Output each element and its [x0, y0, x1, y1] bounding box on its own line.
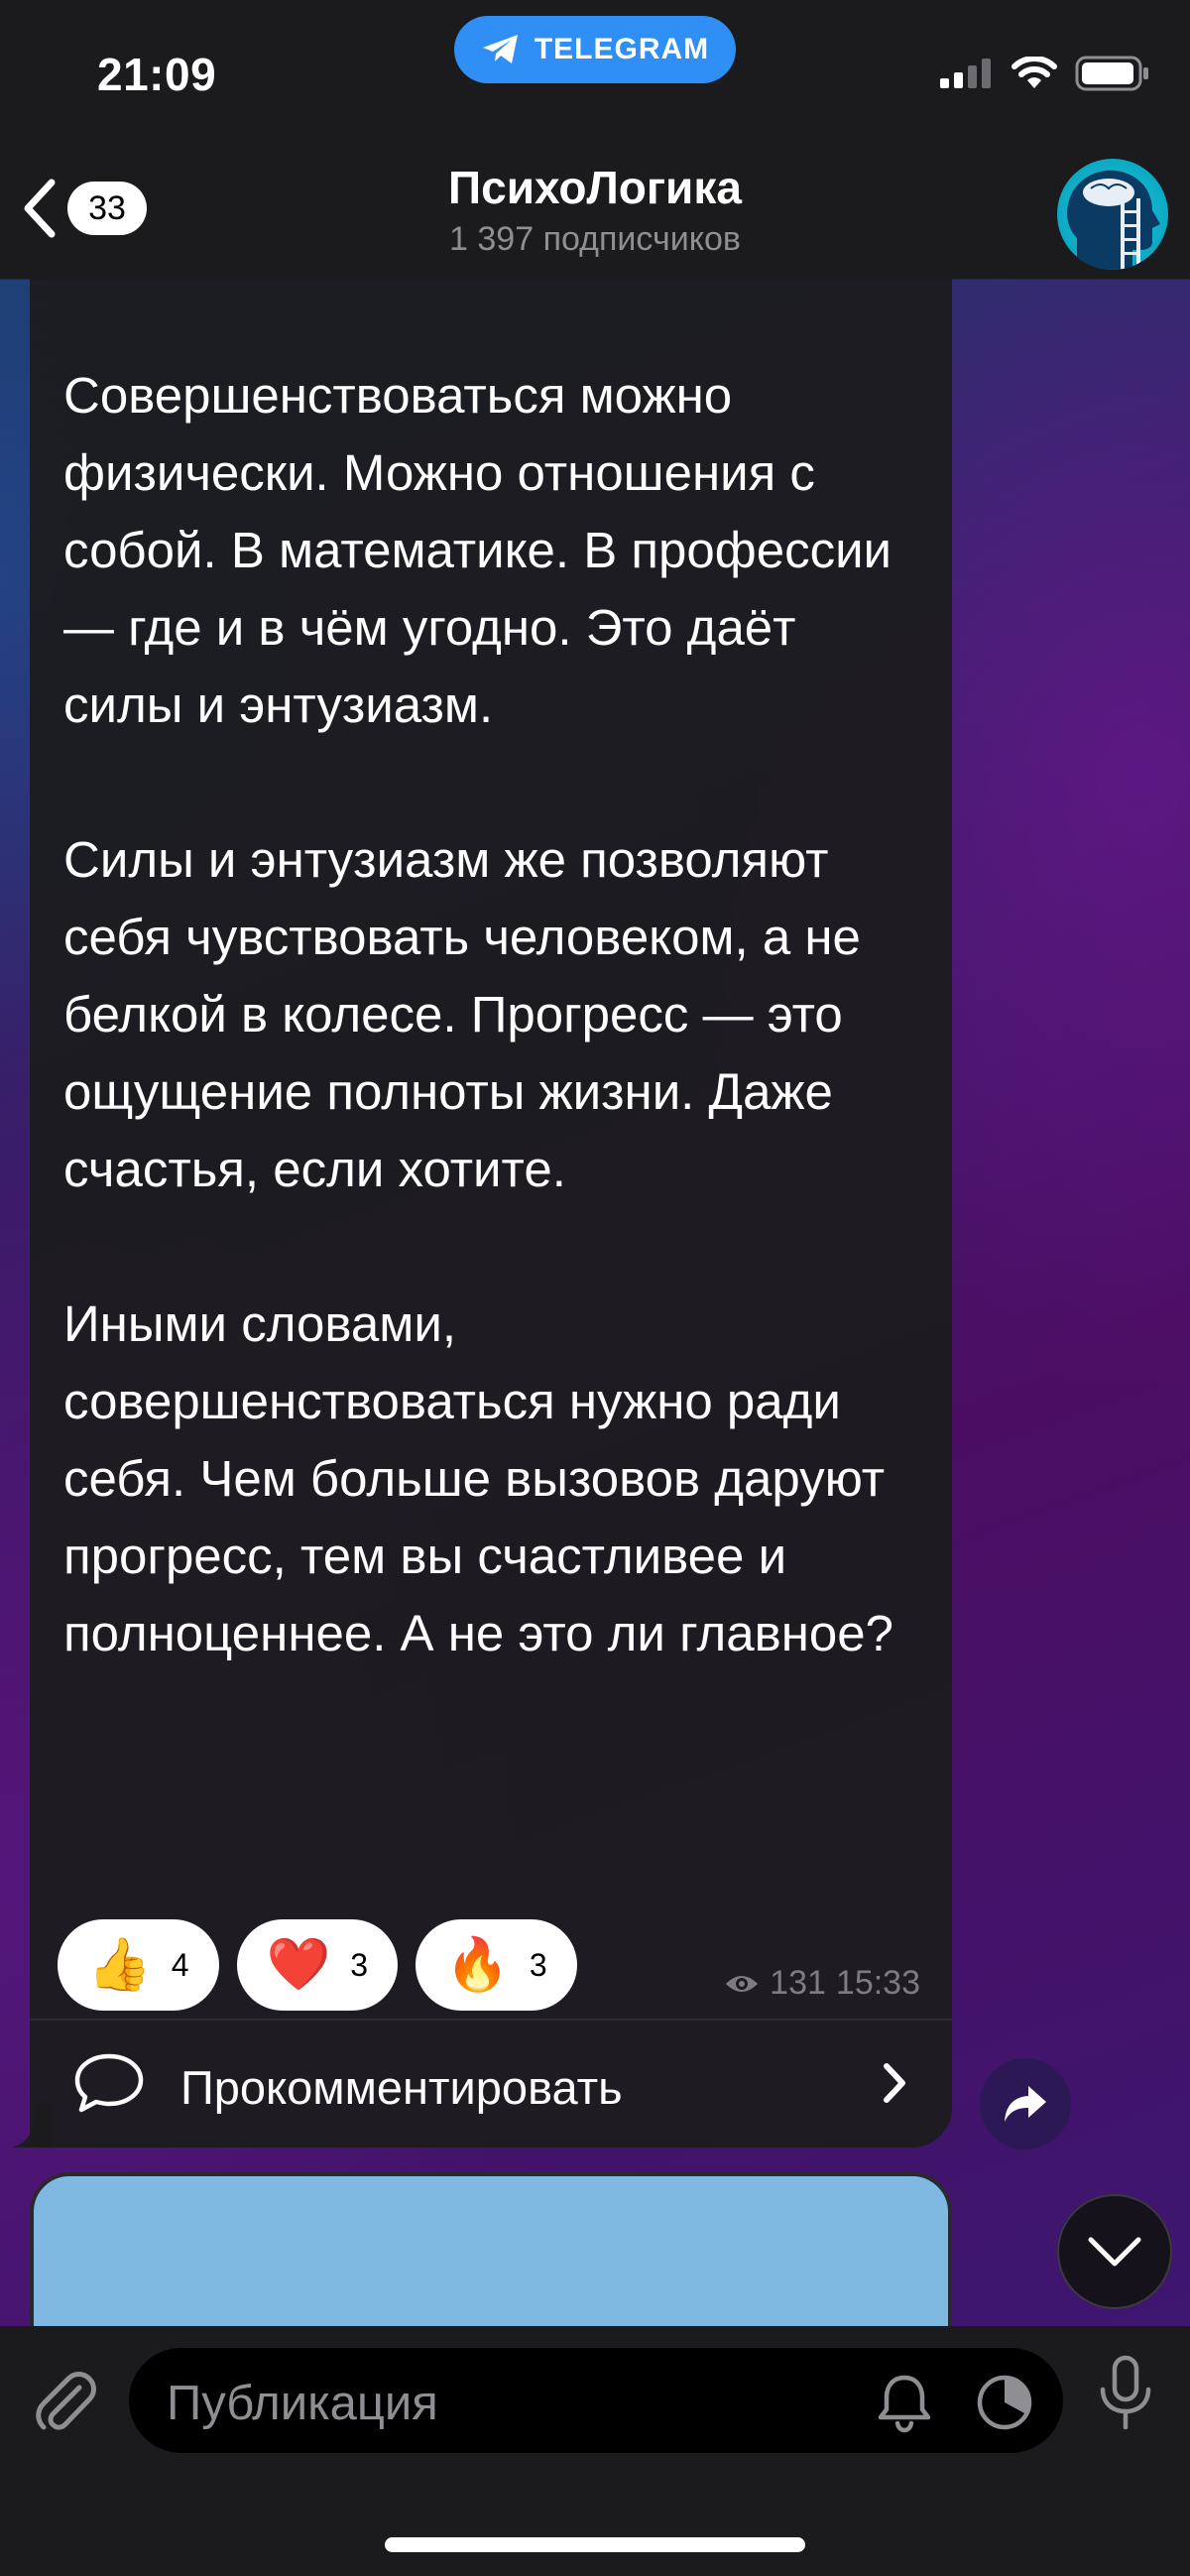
- chevron-down-icon: [1088, 2237, 1141, 2267]
- fire-icon: 🔥: [445, 1936, 510, 1994]
- reaction-thumbs-up[interactable]: 👍 4: [58, 1919, 219, 2011]
- timer-icon[interactable]: [974, 2372, 1035, 2433]
- message-time: 15:33: [835, 1964, 920, 2002]
- signal-icon: [940, 59, 991, 88]
- paperclip-icon[interactable]: [30, 2366, 101, 2437]
- telegram-pill-label: TELEGRAM: [534, 33, 710, 65]
- share-button[interactable]: [980, 2058, 1071, 2149]
- input-placeholder: Публикация: [167, 2377, 438, 2430]
- telegram-plane-icon: [482, 35, 518, 63]
- battery-icon: [1075, 56, 1148, 91]
- status-time: 21:09: [97, 49, 217, 100]
- status-bar: 21:09 TELEGRAM: [0, 0, 1190, 149]
- message-meta: 131 15:33: [724, 1964, 920, 2003]
- share-arrow-icon: [1005, 2086, 1046, 2122]
- bell-icon[interactable]: [875, 2372, 934, 2433]
- publication-input[interactable]: Публикация: [129, 2348, 1063, 2453]
- next-message-preview[interactable]: [30, 2172, 952, 2341]
- channel-avatar[interactable]: [1057, 159, 1168, 270]
- home-indicator[interactable]: [385, 2537, 805, 2552]
- comment-bubble-icon: [74, 2053, 144, 2113]
- reaction-count: 4: [171, 1946, 189, 1983]
- wifi-icon: [1012, 57, 1057, 88]
- reaction-heart[interactable]: ❤️ 3: [236, 1919, 399, 2011]
- view-count: 131: [770, 1964, 826, 2002]
- comment-button[interactable]: Прокомментировать: [30, 2021, 952, 2147]
- system-icons: [940, 56, 1150, 91]
- composer-bar: Публикация: [0, 2326, 1190, 2576]
- reaction-count: 3: [350, 1946, 369, 1983]
- scroll-down-button[interactable]: [1057, 2194, 1172, 2309]
- microphone-icon[interactable]: [1091, 2354, 1160, 2433]
- message-bubble[interactable]: Совершенствоваться можно физически. Можн…: [30, 278, 952, 2147]
- message-text: Совершенствоваться можно физически. Можн…: [63, 367, 894, 1661]
- thumbs-up-icon: 👍: [87, 1936, 152, 1994]
- reaction-fire[interactable]: 🔥 3: [416, 1919, 577, 2011]
- heart-icon: ❤️: [266, 1936, 331, 1994]
- head-ladder-logo-icon: [1067, 170, 1160, 270]
- reaction-count: 3: [529, 1946, 547, 1983]
- channel-title[interactable]: ПсихоЛогика: [0, 161, 1190, 214]
- subscriber-count: 1 397 подписчиков: [449, 220, 741, 258]
- reactions-row: 👍 4 ❤️ 3 🔥 3: [58, 1919, 577, 2011]
- comment-label: Прокомментировать: [180, 2061, 623, 2114]
- chevron-right-icon: [884, 2063, 905, 2103]
- eye-icon: [726, 1975, 759, 1992]
- chat-header: 33 ПсихоЛогика 1 397 подписчиков: [0, 149, 1190, 280]
- telegram-pill[interactable]: TELEGRAM: [454, 16, 736, 83]
- bubble-tail: [12, 2103, 52, 2147]
